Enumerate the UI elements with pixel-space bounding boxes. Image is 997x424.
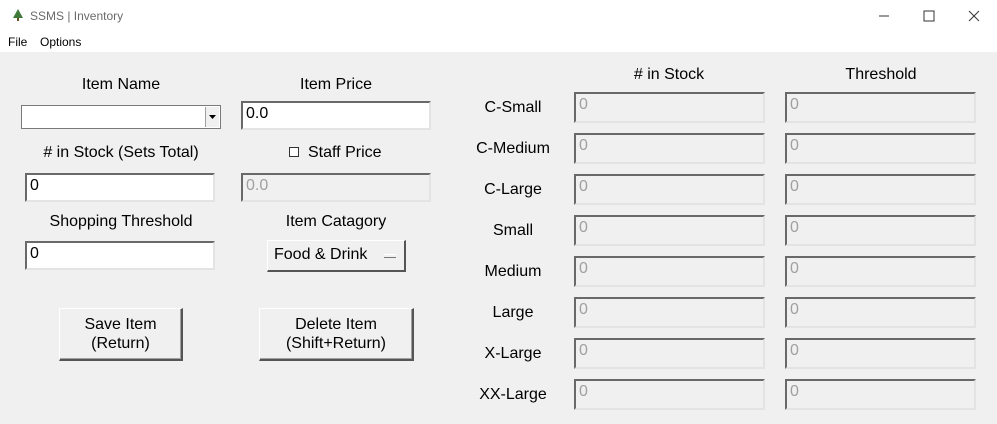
staff-price-label: Staff Price <box>308 144 382 161</box>
item-name-combobox[interactable] <box>21 105 221 129</box>
title-bar: SSMS | Inventory <box>0 0 997 32</box>
threshold-input-x-large[interactable]: 0 <box>785 338 976 369</box>
threshold-input-small[interactable]: 0 <box>785 215 976 246</box>
menu-options[interactable]: Options <box>40 35 81 49</box>
delete-item-button-label: Delete Item <box>295 316 377 333</box>
maximize-button[interactable] <box>906 0 952 32</box>
stock-total-input[interactable]: 0 <box>25 173 215 202</box>
shopping-threshold-input[interactable]: 0 <box>25 241 215 270</box>
stock-input-large[interactable]: 0 <box>574 297 765 328</box>
item-category-menu[interactable]: Food & Drink <box>267 240 406 272</box>
threshold-input-medium[interactable]: 0 <box>785 256 976 287</box>
minimize-icon <box>879 15 889 17</box>
close-button[interactable] <box>951 0 997 32</box>
threshold-input-large[interactable]: 0 <box>785 297 976 328</box>
size-label-c-medium: C-Medium <box>476 140 550 157</box>
option-menu-indicator-icon <box>384 254 396 258</box>
minimize-button[interactable] <box>861 0 907 32</box>
staff-price-input[interactable]: 0.0 <box>241 173 431 202</box>
staff-price-checkbox[interactable] <box>289 147 299 157</box>
save-item-button[interactable]: Save Item (Return) <box>59 308 183 361</box>
maximize-icon <box>923 10 935 22</box>
menu-file[interactable]: File <box>8 35 27 49</box>
close-icon <box>968 10 980 22</box>
item-name-label: Item Name <box>81 76 161 93</box>
size-label-c-small: C-Small <box>484 99 542 116</box>
size-label-medium: Medium <box>484 263 542 280</box>
stock-input-c-large[interactable]: 0 <box>574 174 765 205</box>
size-label-x-large: X-Large <box>484 345 542 362</box>
item-category-label: Item Catagory <box>285 213 387 230</box>
stock-input-c-small[interactable]: 0 <box>574 92 765 123</box>
threshold-input-c-small[interactable]: 0 <box>785 92 976 123</box>
threshold-input-c-medium[interactable]: 0 <box>785 133 976 164</box>
size-label-large: Large <box>492 304 534 321</box>
delete-item-button[interactable]: Delete Item (Shift+Return) <box>259 308 414 361</box>
item-category-value: Food & Drink <box>274 246 368 263</box>
stock-column-header: # in Stock <box>633 66 705 83</box>
threshold-input-xx-large[interactable]: 0 <box>785 379 976 410</box>
stock-input-c-medium[interactable]: 0 <box>574 133 765 164</box>
item-price-input[interactable]: 0.0 <box>241 101 431 130</box>
save-item-button-shortcut: (Return) <box>91 335 150 352</box>
shopping-threshold-label: Shopping Threshold <box>49 213 193 230</box>
threshold-column-header: Threshold <box>845 66 917 83</box>
size-label-small: Small <box>492 222 534 239</box>
size-label-xx-large: XX-Large <box>479 386 547 403</box>
size-label-c-large: C-Large <box>484 181 542 198</box>
chevron-down-icon <box>209 115 216 119</box>
stock-input-small[interactable]: 0 <box>574 215 765 246</box>
stock-total-label: # in Stock (Sets Total) <box>43 144 199 161</box>
item-price-label: Item Price <box>299 76 373 93</box>
window-title: SSMS | Inventory <box>30 9 124 23</box>
save-item-button-label: Save Item <box>84 316 157 333</box>
stock-input-xx-large[interactable]: 0 <box>574 379 765 410</box>
threshold-input-c-large[interactable]: 0 <box>785 174 976 205</box>
item-name-dropdown-button[interactable] <box>205 107 219 127</box>
delete-item-button-shortcut: (Shift+Return) <box>285 335 387 352</box>
stock-input-medium[interactable]: 0 <box>574 256 765 287</box>
menu-bar: File Options <box>0 32 997 52</box>
tree-icon <box>13 9 23 21</box>
stock-input-x-large[interactable]: 0 <box>574 338 765 369</box>
